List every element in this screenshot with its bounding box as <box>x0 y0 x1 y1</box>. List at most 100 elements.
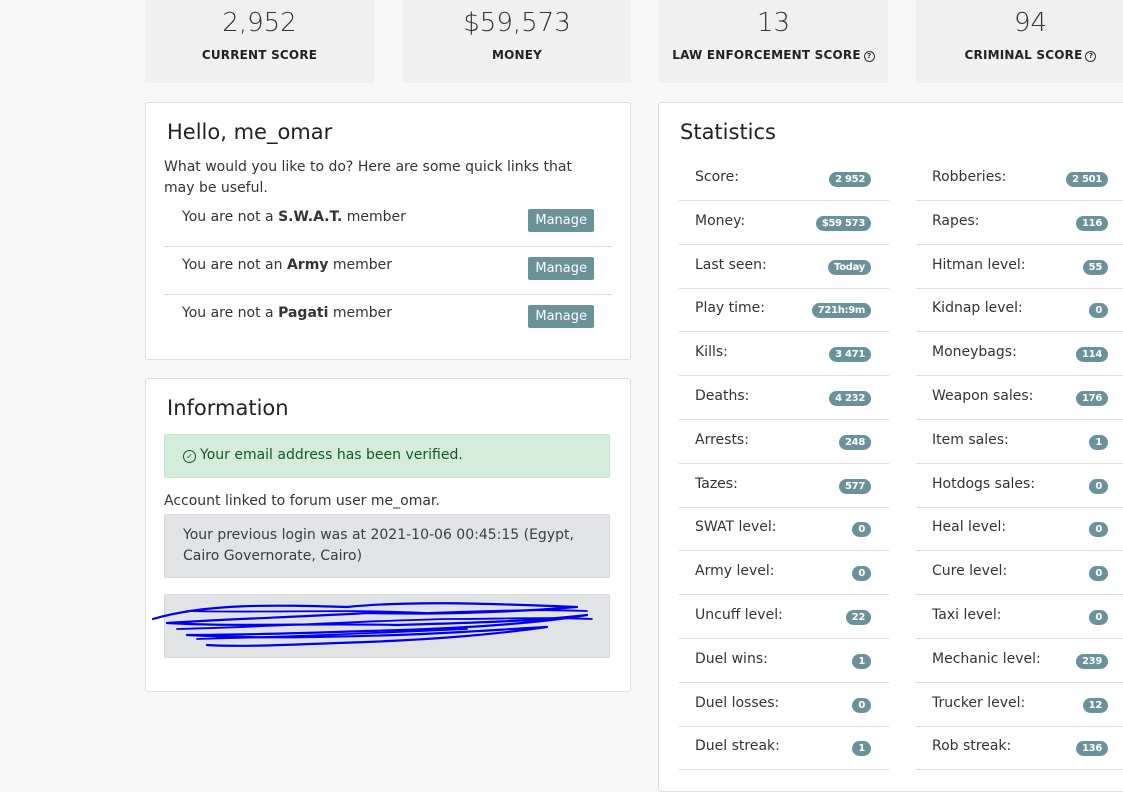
statistics-title: Statistics <box>680 120 776 144</box>
current-score-label: CURRENT SCORE <box>201 48 318 62</box>
stat-value-badge: 4 232 <box>829 391 871 406</box>
stat-row: Tazes: 577 <box>679 464 889 508</box>
stat-label: Hitman level: <box>932 256 1026 273</box>
stat-value-badge: $59 573 <box>815 215 871 231</box>
manage-pagati-button[interactable]: Manage <box>528 305 594 328</box>
stat-value-badge: 2 952 <box>829 172 871 187</box>
question-circle-icon[interactable]: ? <box>863 51 875 62</box>
stat-value-badge: 239 <box>1076 653 1108 669</box>
stat-row: Moneybags: 114 <box>916 332 1123 377</box>
stat-label: Arrests: <box>695 431 749 448</box>
stat-value-badge: 55 <box>1082 259 1108 275</box>
stat-label: Tazes: <box>695 475 738 492</box>
stat-label: Last seen: <box>695 256 767 273</box>
stat-row: Rob streak: 136 <box>916 726 1123 771</box>
stat-value-badge: Today <box>828 259 871 275</box>
stat-label: Duel wins: <box>695 650 768 667</box>
stat-row: Duel losses: 0 <box>679 683 889 727</box>
stat-row: Hotdogs sales: 0 <box>916 464 1123 508</box>
stat-label: Rob streak: <box>932 738 1012 755</box>
stat-value-badge: 1 <box>852 741 871 757</box>
stat-row: Uncuff level: 22 <box>679 595 889 639</box>
stat-label: Duel losses: <box>695 694 780 711</box>
stat-label: Kidnap level: <box>932 300 1023 317</box>
stat-row: Hitman level: 55 <box>916 245 1123 289</box>
group-name: S.W.A.T. <box>278 209 343 225</box>
stat-value-badge: 2 501 <box>1066 172 1108 187</box>
score-card-criminal: 94 CRIMINAL SCORE? <box>916 0 1123 83</box>
stat-row: Item sales: 1 <box>916 420 1123 464</box>
stat-value-badge: 0 <box>852 697 871 713</box>
stat-value-badge: 0 <box>1089 522 1108 538</box>
stat-label: Play time: <box>695 300 765 317</box>
manage-swat-button[interactable]: Manage <box>528 209 594 232</box>
group-name: Army <box>286 257 329 273</box>
stat-row: Kills: 3 471 <box>679 332 889 377</box>
question-circle-icon[interactable]: ? <box>1085 51 1097 62</box>
stat-row: Heal level: 0 <box>916 507 1123 552</box>
stat-value-badge: 0 <box>852 522 871 538</box>
stat-value-badge: 0 <box>1089 303 1108 319</box>
membership-row-pagati: You are not a Pagati member Manage <box>164 295 612 343</box>
stat-value-badge: 248 <box>839 434 871 450</box>
stat-row: Money: $59 573 <box>679 201 889 245</box>
stat-value-badge: 136 <box>1076 741 1108 757</box>
stat-value-badge: 176 <box>1076 391 1108 406</box>
statistics-panel: Statistics Score: 2 952 Money: $59 573 Last … <box>658 102 1123 792</box>
stat-value-badge: 0 <box>1089 566 1108 582</box>
previous-login-text: Your previous login was at 2021-10-06 00… <box>183 527 574 564</box>
money-value: $59,573 <box>463 8 571 38</box>
stat-label: Duel streak: <box>695 738 780 755</box>
stat-row: Cure level: 0 <box>916 551 1123 596</box>
stat-row: Mechanic level: 239 <box>916 639 1123 683</box>
stat-value-badge: 0 <box>1089 610 1108 625</box>
stat-row: SWAT level: 0 <box>679 507 889 552</box>
stat-label: Rapes: <box>932 212 980 229</box>
stat-label: SWAT level: <box>695 519 777 536</box>
stat-row: Deaths: 4 232 <box>679 376 889 420</box>
stat-row: Robberies: 2 501 <box>916 157 1123 201</box>
stat-value-badge: 0 <box>852 566 871 582</box>
check-circle-icon: ✓ <box>183 450 196 463</box>
email-verified-alert: ✓ Your email address has been verified. <box>164 434 610 478</box>
stat-label: Trucker level: <box>932 694 1026 711</box>
stat-row: Duel streak: 1 <box>679 726 889 771</box>
current-score-value: 2,952 <box>222 8 297 38</box>
redaction-scribble <box>151 602 593 647</box>
stat-label: Uncuff level: <box>695 607 783 623</box>
stat-label: Mechanic level: <box>932 650 1041 667</box>
stat-label: Robberies: <box>932 169 1007 185</box>
score-card-law: 13 LAW ENFORCEMENT SCORE? <box>659 0 888 83</box>
stat-value-badge: 22 <box>845 610 871 625</box>
membership-row-swat: You are not a S.W.A.T. member Manage <box>164 199 612 247</box>
stat-value-badge: 114 <box>1076 347 1108 363</box>
stat-row: Arrests: 248 <box>679 420 889 464</box>
stat-row: Play time: 721h:9m <box>679 288 889 333</box>
stat-value-badge: 577 <box>839 478 871 494</box>
score-card-money: $59,573 MONEY <box>403 0 631 83</box>
score-card-current: 2,952 CURRENT SCORE <box>145 0 374 83</box>
group-name: Pagati <box>278 305 329 321</box>
stat-label: Kills: <box>695 344 728 361</box>
criminal-score-label: CRIMINAL SCORE <box>964 48 1083 62</box>
stat-row: Score: 2 952 <box>679 157 889 201</box>
previous-login-box: Your previous login was at 2021-10-06 00… <box>164 514 610 578</box>
manage-army-button[interactable]: Manage <box>528 257 594 280</box>
stat-label: Weapon sales: <box>932 388 1034 404</box>
law-score-label: LAW ENFORCEMENT SCORE <box>672 48 861 62</box>
stat-row: Army level: 0 <box>679 551 889 596</box>
hello-panel: Hello, me_omar What would you like to do… <box>145 102 631 360</box>
information-title: Information <box>167 396 289 420</box>
stat-value-badge: 0 <box>1089 478 1108 494</box>
stat-label: Moneybags: <box>932 344 1017 361</box>
stat-row: Weapon sales: 176 <box>916 376 1123 420</box>
stat-value-badge: 1 <box>1089 434 1108 450</box>
stat-row: Taxi level: 0 <box>916 595 1123 639</box>
criminal-score-value: 94 <box>1013 8 1048 38</box>
forum-link-text: Account linked to forum user me_omar. <box>164 493 440 509</box>
law-score-value: 13 <box>756 8 791 38</box>
stat-label: Army level: <box>695 563 775 580</box>
redacted-info-box <box>151 594 610 658</box>
stat-row: Kidnap level: 0 <box>916 288 1123 333</box>
email-verified-text: Your email address has been verified. <box>200 447 463 463</box>
